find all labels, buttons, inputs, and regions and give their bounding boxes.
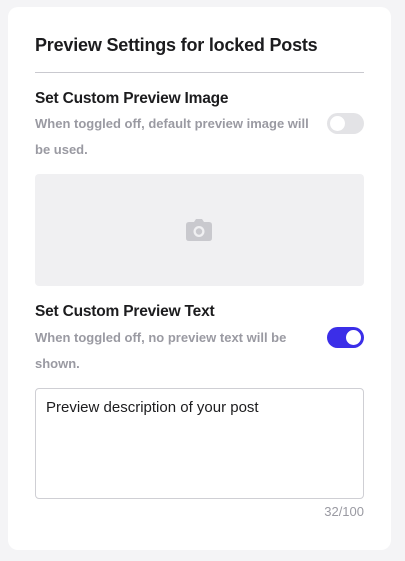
toggle-knob [346,330,361,345]
preview-text-description: When toggled off, no preview text will b… [35,330,287,371]
preview-image-description: When toggled off, default preview image … [35,116,309,157]
preview-image-toggle[interactable] [327,113,364,134]
camera-icon [186,219,212,241]
character-counter: 32/100 [324,504,364,519]
preview-text-toggle[interactable] [327,327,364,348]
toggle-knob [330,116,345,131]
preview-settings-card: Preview Settings for locked Posts Set Cu… [8,7,391,550]
preview-image-title: Set Custom Preview Image [35,90,229,107]
preview-description-input[interactable]: Preview description of your post [35,388,364,499]
preview-text-title: Set Custom Preview Text [35,303,215,320]
card-title: Preview Settings for locked Posts [35,35,318,55]
title-divider [35,72,364,73]
